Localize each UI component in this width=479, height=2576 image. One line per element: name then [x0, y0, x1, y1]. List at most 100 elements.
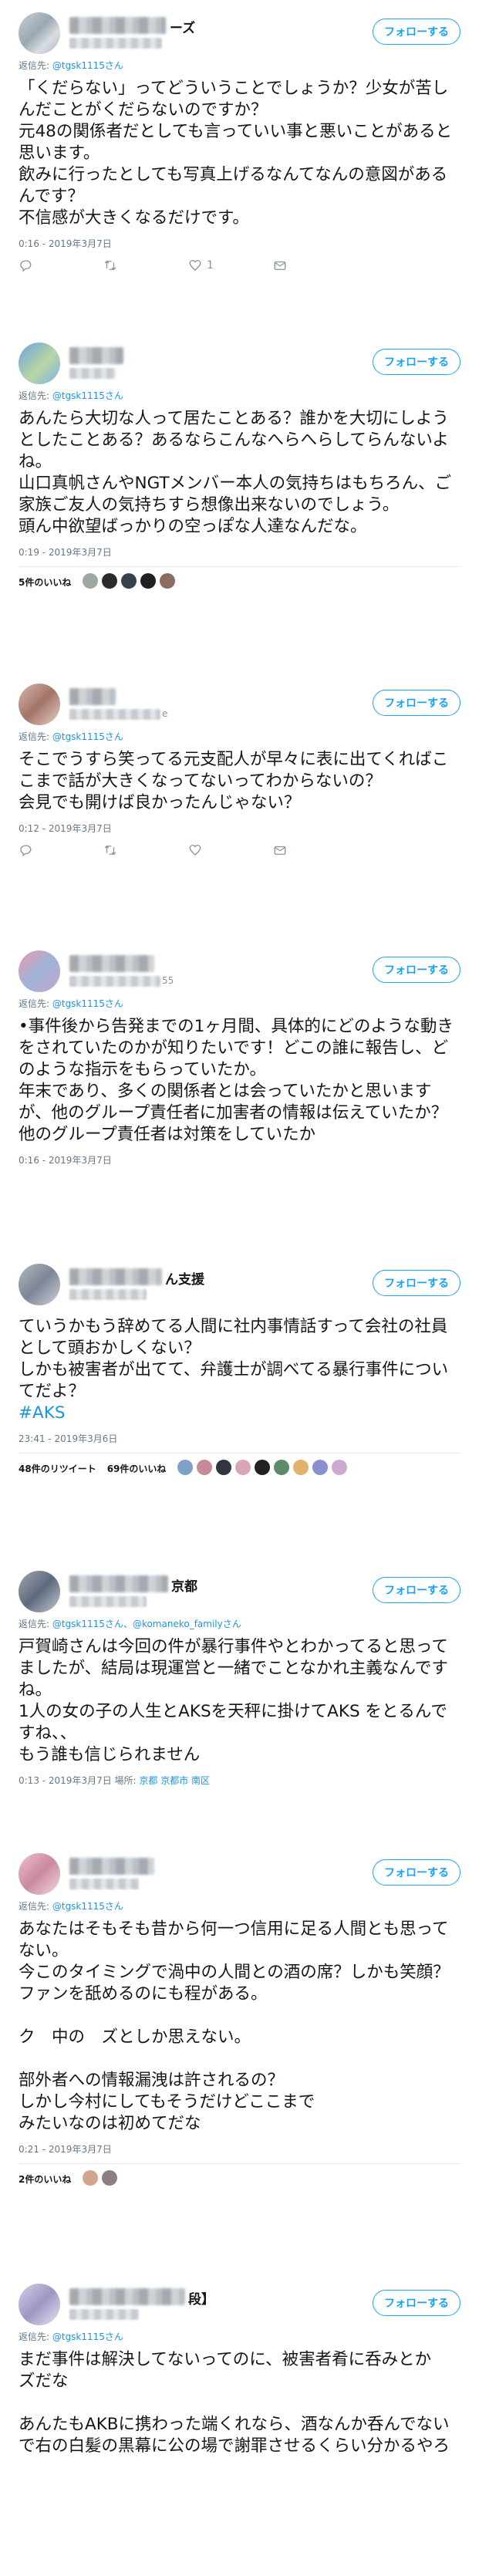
heart-icon: [189, 844, 201, 856]
blurred-display-name: [69, 17, 166, 34]
follow-button[interactable]: フォローする: [373, 690, 460, 716]
liker-avatar[interactable]: [83, 2170, 99, 2186]
message-action[interactable]: [273, 258, 358, 272]
follow-button[interactable]: フォローする: [373, 1577, 460, 1603]
liker-avatar[interactable]: [255, 1460, 271, 1475]
avatar[interactable]: [19, 1853, 60, 1895]
liker-avatar[interactable]: [235, 1460, 251, 1475]
heart-icon: [189, 259, 201, 271]
blurred-handle: [69, 709, 160, 720]
reply-handle-link[interactable]: @tgsk1115さん: [52, 390, 123, 401]
retweet-icon: [104, 845, 116, 856]
like-count: 1: [207, 259, 214, 272]
liker-avatar[interactable]: [121, 573, 137, 589]
tweet-card: 55 フォローする 返信先: @tgsk1115さん •事件後から告発までの1ヶ…: [0, 938, 479, 1237]
tweet-text: あなたはそもそも昔から何一つ信用に足る人間とも思ってない。 今このタイミングで渦…: [19, 1919, 450, 2133]
tweet-timestamp[interactable]: 23:41 - 2019年3月6日: [19, 1432, 460, 1445]
liker-avatar[interactable]: [177, 1460, 194, 1475]
follow-button[interactable]: フォローする: [373, 1859, 460, 1886]
avatar[interactable]: [19, 1571, 60, 1612]
display-name-suffix: ーズ: [170, 21, 196, 36]
blurred-display-name: [69, 2288, 185, 2305]
follow-button[interactable]: フォローする: [373, 957, 460, 983]
liker-avatar[interactable]: [102, 2170, 118, 2186]
avatar[interactable]: [19, 343, 60, 384]
screenshot-page: ーズ フォローする 返信先: @tgsk1115さん 「くだらない」ってどういう…: [0, 0, 479, 2576]
reply-handle-link[interactable]: @tgsk1115さん: [52, 1901, 123, 1912]
reply-handle-link-2[interactable]: @komaneko_familyさん: [133, 1619, 241, 1629]
tweet-card-main: ん支援 フォローする ていうかもう辞めてる人間に社内事情話すって会社の社員として…: [0, 1251, 479, 1545]
avatar[interactable]: [19, 1264, 60, 1305]
liker-avatars: [174, 1460, 348, 1477]
liker-avatar[interactable]: [197, 1460, 213, 1475]
follow-button[interactable]: フォローする: [373, 349, 460, 375]
tweet-card: e フォローする 返信先: @tgsk1115さん そこでうすら笑ってる元支配人…: [0, 671, 479, 924]
retweet-action[interactable]: [103, 258, 188, 272]
blurred-handle: [69, 368, 116, 379]
blurred-handle: [69, 38, 162, 49]
avatar[interactable]: [19, 12, 60, 54]
reply-handle-link[interactable]: @tgsk1115さん、: [52, 1619, 133, 1629]
tweet-card: 段】 フォローする 返信先: @tgsk1115さん まだ事件は解決してないって…: [0, 2271, 479, 2576]
tweet-text: あんたら大切な人って居たことある？誰かを大切にしようとしたことある？あるならこん…: [19, 409, 452, 536]
liker-avatars: [79, 573, 176, 591]
liker-avatar[interactable]: [293, 1460, 309, 1475]
reply-to-line: 返信先: @tgsk1115さん: [19, 390, 123, 401]
avatar[interactable]: [19, 2284, 60, 2325]
tweet-card: 京都 フォローする 返信先: @tgsk1115さん、@komaneko_fam…: [0, 1558, 479, 1827]
tweet-timestamp[interactable]: 0:12 - 2019年3月7日: [19, 822, 460, 835]
reply-to-line: 返信先: @tgsk1115さん: [19, 2331, 123, 2342]
liker-avatar[interactable]: [83, 573, 99, 589]
tweet-timestamp[interactable]: 0:16 - 2019年3月7日: [19, 1153, 460, 1166]
liker-avatar[interactable]: [274, 1460, 290, 1475]
location-link[interactable]: 京都 京都市 南区: [139, 1775, 210, 1786]
avatar[interactable]: [19, 684, 60, 725]
tweet-text: 戸賀崎さんは今回の件が暴行事件やとわかってると思ってましたが、結局は現運営と一緒…: [19, 1637, 448, 1764]
follow-button[interactable]: フォローする: [373, 2290, 460, 2316]
retweets-count[interactable]: 48件のリツイート: [19, 1462, 96, 1475]
liker-avatar[interactable]: [332, 1460, 348, 1475]
reply-to-line: 返信先: @tgsk1115さん: [19, 731, 123, 742]
tweet-text: そこでうすら笑ってる元支配人が早々に表に出てくればここまで話が大きくなってないっ…: [19, 750, 449, 812]
blurred-display-name: [69, 1858, 154, 1875]
tweet-card: フォローする 返信先: @tgsk1115さん あんたら大切な人って居たことある…: [0, 330, 479, 657]
liker-avatars: [79, 2170, 118, 2188]
avatar[interactable]: [19, 950, 60, 992]
tweet-timestamp[interactable]: 0:16 - 2019年3月7日: [19, 237, 460, 250]
retweet-action[interactable]: [103, 843, 188, 857]
liker-avatar[interactable]: [216, 1460, 232, 1475]
reply-handle-link[interactable]: @tgsk1115さん: [52, 2331, 123, 2342]
blurred-display-name: [69, 1575, 168, 1592]
tweet-timestamp[interactable]: 0:19 - 2019年3月7日: [19, 545, 460, 559]
blurred-handle: [69, 1596, 147, 1607]
hashtag-link[interactable]: #AKS: [19, 1403, 65, 1423]
tweet-card: フォローする 返信先: @tgsk1115さん あなたはそもそも昔から何一つ信用…: [0, 1841, 479, 2257]
reply-handle-link[interactable]: @tgsk1115さん: [52, 731, 123, 742]
follow-button[interactable]: フォローする: [373, 19, 460, 45]
tweet-card: ーズ フォローする 返信先: @tgsk1115さん 「くだらない」ってどういう…: [0, 0, 479, 316]
reply-handle-link[interactable]: @tgsk1115さん: [52, 60, 123, 71]
likes-summary: 5件のいいね: [19, 566, 460, 591]
liker-avatar[interactable]: [160, 573, 176, 589]
blurred-display-name: [69, 955, 154, 972]
like-action[interactable]: [188, 843, 273, 857]
like-action[interactable]: 1: [188, 258, 273, 272]
reply-action[interactable]: [19, 258, 103, 272]
display-name-suffix: 京都: [171, 1579, 197, 1595]
likes-count[interactable]: 2件のいいね: [19, 2173, 71, 2186]
blurred-handle: [69, 1879, 139, 1889]
liker-avatar[interactable]: [312, 1460, 329, 1475]
message-action[interactable]: [273, 843, 358, 857]
tweet-timestamp[interactable]: 0:21 - 2019年3月7日: [19, 2142, 460, 2156]
blurred-display-name: [69, 688, 116, 705]
liker-avatar[interactable]: [102, 573, 118, 589]
tweet-text: ていうかもう辞めてる人間に社内事情話すって会社の社員として頭おかしくない？ しか…: [19, 1317, 449, 1423]
blurred-display-name: [69, 347, 123, 364]
follow-button[interactable]: フォローする: [373, 1270, 460, 1296]
likes-count[interactable]: 5件のいいね: [19, 576, 71, 589]
liker-avatar[interactable]: [140, 573, 157, 589]
reply-action[interactable]: [19, 843, 103, 857]
reply-handle-link[interactable]: @tgsk1115さん: [52, 998, 123, 1009]
likes-count[interactable]: 69件のいいね: [107, 1462, 167, 1475]
tweet-text: •事件後から告発までの1ヶ月間、具体的にどのような動きをされていたのかが知りたい…: [19, 1017, 454, 1144]
